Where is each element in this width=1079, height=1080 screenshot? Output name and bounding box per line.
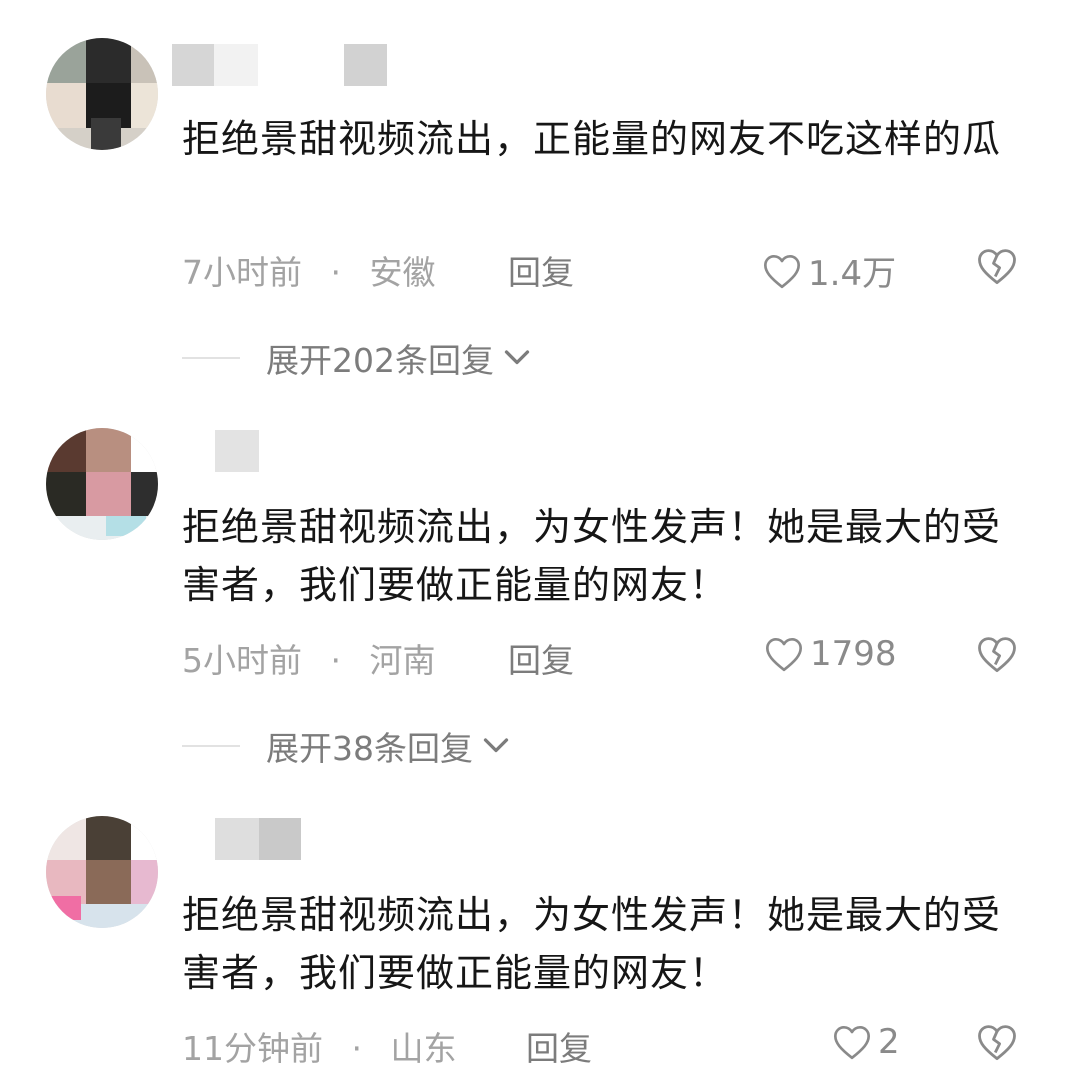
like-button[interactable]: 1798 xyxy=(764,634,897,674)
like-count: 2 xyxy=(878,1022,900,1062)
timestamp: 7小时前 xyxy=(182,253,302,292)
separator-dot: · xyxy=(330,253,342,292)
avatar[interactable] xyxy=(46,38,158,150)
broken-heart-icon xyxy=(978,637,1016,673)
username-redacted[interactable] xyxy=(172,44,214,86)
comment-text: 拒绝景甜视频流出，正能量的网友不吃这样的瓜 xyxy=(182,117,1002,161)
like-button[interactable]: 1.4万 xyxy=(762,246,896,295)
comment-item: 拒绝景甜视频流出，为女性发声！她是最大的受害者，我们要做正能量的网友！ 11分钟… xyxy=(0,0,1079,1068)
expand-replies[interactable]: 展开38条回复 xyxy=(182,722,511,770)
broken-heart-icon xyxy=(978,1025,1016,1061)
username-redacted xyxy=(214,44,258,86)
dislike-button[interactable] xyxy=(976,634,1018,678)
timestamp: 5小时前 xyxy=(182,641,302,680)
broken-heart-icon xyxy=(978,249,1016,285)
dislike-button[interactable] xyxy=(976,246,1018,290)
expand-replies[interactable]: 展开202条回复 xyxy=(182,334,532,382)
like-count: 1798 xyxy=(810,634,897,674)
reply-button[interactable]: 回复 xyxy=(508,246,574,294)
divider-line xyxy=(182,745,240,747)
separator-dot: · xyxy=(351,1029,363,1068)
username-redacted xyxy=(259,818,301,860)
like-button[interactable]: 2 xyxy=(832,1022,900,1062)
username-redacted[interactable] xyxy=(215,430,259,472)
comment-text: 拒绝景甜视频流出，为女性发声！她是最大的受害者，我们要做正能量的网友！ xyxy=(182,505,1002,607)
separator-dot: · xyxy=(330,641,342,680)
heart-outline-icon xyxy=(834,1026,870,1060)
heart-outline-icon xyxy=(766,637,802,672)
username-redacted xyxy=(344,44,387,86)
comment-meta: 5小时前 · 河南 xyxy=(182,634,436,682)
like-count: 1.4万 xyxy=(808,254,897,294)
timestamp: 11分钟前 xyxy=(182,1029,323,1068)
comment-text: 拒绝景甜视频流出，为女性发声！她是最大的受害者，我们要做正能量的网友！ xyxy=(182,893,1002,995)
comment-meta: 7小时前 · 安徽 xyxy=(182,246,436,294)
avatar[interactable] xyxy=(46,816,158,928)
location: 安徽 xyxy=(369,253,436,292)
username-redacted[interactable] xyxy=(215,818,259,860)
divider-line xyxy=(182,357,240,359)
chevron-down-icon xyxy=(483,738,509,753)
expand-replies-label: 展开202条回复 xyxy=(266,341,494,380)
avatar[interactable] xyxy=(46,428,158,540)
dislike-button[interactable] xyxy=(976,1022,1018,1066)
chevron-down-icon xyxy=(504,350,530,365)
expand-replies-label: 展开38条回复 xyxy=(266,729,473,768)
location: 山东 xyxy=(390,1029,457,1068)
heart-outline-icon xyxy=(764,254,800,288)
reply-button[interactable]: 回复 xyxy=(526,1022,592,1070)
reply-button[interactable]: 回复 xyxy=(508,634,574,682)
comment-meta: 11分钟前 · 山东 xyxy=(182,1022,457,1070)
comment-item: 拒绝景甜视频流出，正能量的网友不吃这样的瓜 7小时前 · 安徽 回复 1.4万 … xyxy=(0,0,1079,400)
location: 河南 xyxy=(369,641,436,680)
